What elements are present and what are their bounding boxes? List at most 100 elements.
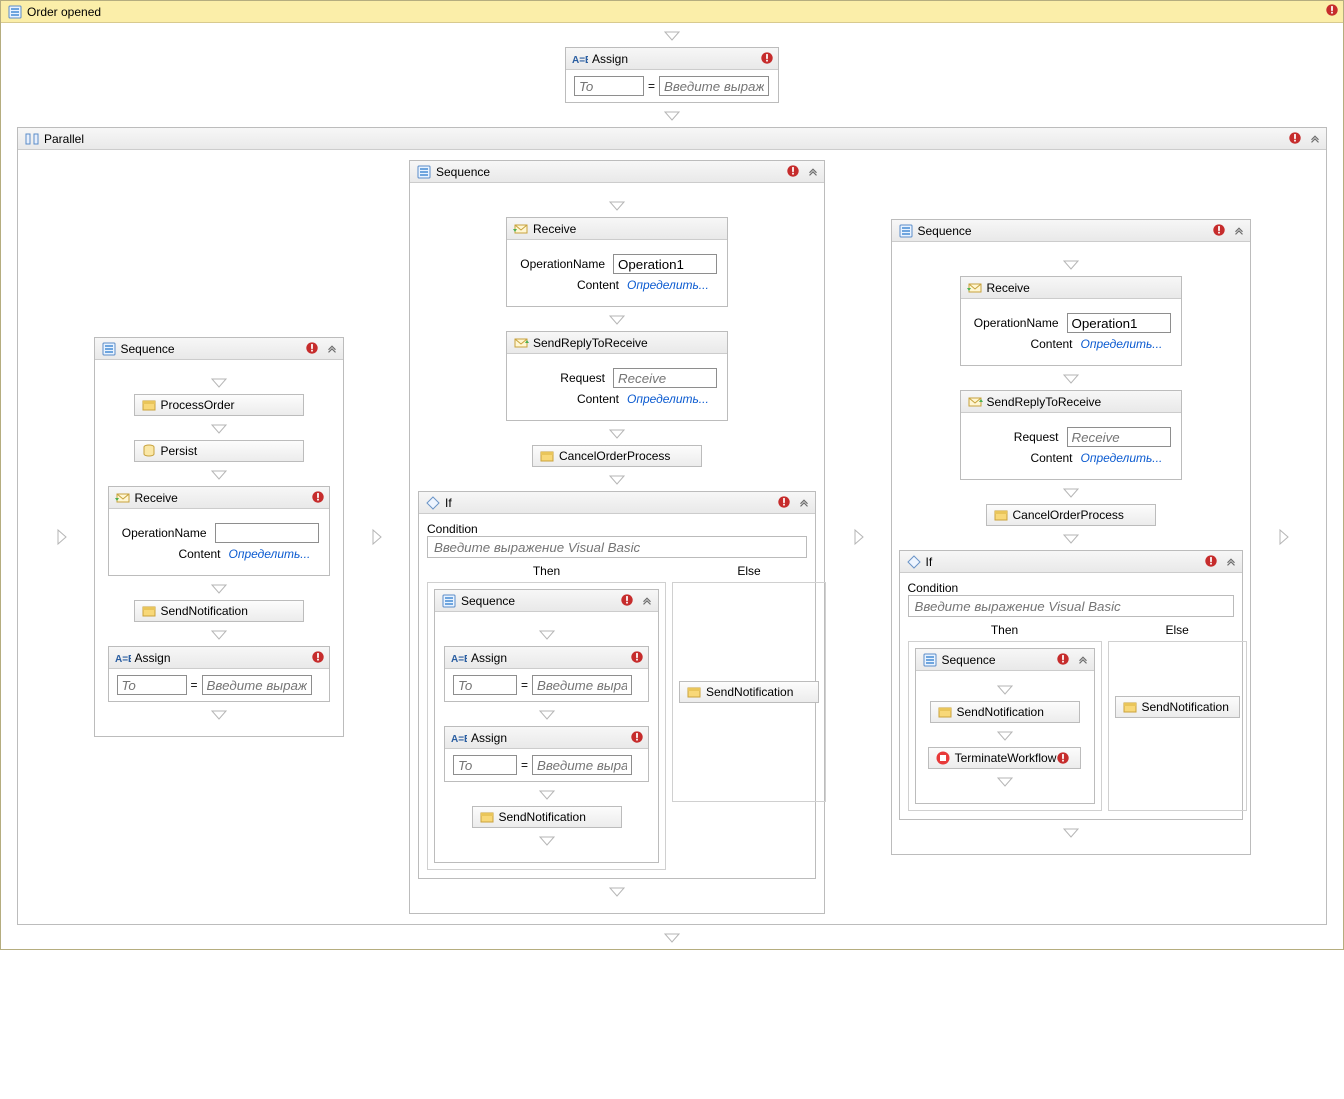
send-notification-activity[interactable]: SendNotification [472, 806, 622, 828]
send-reply-activity[interactable]: SendReplyToReceive Request Content [960, 390, 1182, 480]
assign-value-input[interactable] [532, 675, 632, 695]
assign-to-input[interactable] [574, 76, 644, 96]
condition-input[interactable] [908, 595, 1234, 617]
box-icon [141, 603, 157, 619]
receive-icon [513, 221, 529, 237]
activity-label: SendNotification [499, 810, 586, 824]
operation-name-input[interactable] [1067, 313, 1171, 333]
collapse-icon[interactable] [797, 495, 811, 509]
sequence-title: Sequence [918, 224, 972, 238]
activity-label: Receive [533, 222, 576, 236]
collapse-icon[interactable] [806, 164, 820, 178]
assign-activity[interactable]: Assign = [565, 47, 779, 103]
receive-activity[interactable]: Receive OperationName Content [960, 276, 1182, 366]
assign-activity[interactable]: Assign [444, 726, 649, 782]
activity-label: TerminateWorkflow [955, 751, 1057, 765]
root-flowchart[interactable]: Order opened Assign = [0, 0, 1344, 950]
flow-arrow-right [370, 527, 382, 547]
assign-value-input[interactable] [659, 76, 769, 96]
activity-label: SendNotification [957, 705, 1044, 719]
send-notification-activity[interactable]: SendNotification [930, 701, 1080, 723]
root-header[interactable]: Order opened [1, 1, 1343, 23]
activity-label: SendNotification [161, 604, 248, 618]
send-notification-activity[interactable]: SendNotification [1115, 696, 1240, 718]
send-notification-activity[interactable]: SendNotification [134, 600, 304, 622]
persist-activity[interactable]: Persist [134, 440, 304, 462]
collapse-icon[interactable] [325, 341, 339, 355]
activity-label: SendReplyToReceive [533, 336, 648, 350]
assign-activity[interactable]: Assign = [108, 646, 330, 702]
content-define-link[interactable]: Определить... [627, 392, 709, 406]
operation-name-input[interactable] [215, 523, 319, 543]
content-define-link[interactable]: Определить... [1081, 451, 1163, 465]
box-icon [937, 704, 953, 720]
collapse-icon[interactable] [1232, 223, 1246, 237]
send-reply-activity[interactable]: SendReplyToReceive Request Content [506, 331, 728, 421]
flow-arrow-down [209, 582, 229, 594]
operation-name-input[interactable] [613, 254, 717, 274]
box-icon [686, 684, 702, 700]
assign-activity[interactable]: Assign [444, 646, 649, 702]
if-icon [906, 554, 922, 570]
condition-input[interactable] [427, 536, 807, 558]
activity-label: SendNotification [706, 685, 793, 699]
assign-title: Assign [592, 52, 628, 66]
send-icon [967, 394, 983, 410]
else-label: Else [1166, 623, 1189, 637]
activity-label: Persist [161, 444, 198, 458]
assign-value-input[interactable] [532, 755, 632, 775]
activity-label: CancelOrderProcess [559, 449, 670, 463]
assign-to-input[interactable] [453, 755, 517, 775]
send-notification-activity[interactable]: SendNotification [679, 681, 819, 703]
flow-arrow-down [995, 683, 1015, 695]
request-input[interactable] [613, 368, 717, 388]
activity-label: SendReplyToReceive [987, 395, 1102, 409]
content-define-link[interactable]: Определить... [627, 278, 709, 292]
if-activity[interactable]: If Condition [899, 550, 1243, 820]
flow-arrow-down [1061, 258, 1081, 270]
error-icon [620, 593, 634, 607]
error-icon [305, 341, 319, 355]
flow-arrow-down [995, 729, 1015, 741]
content-define-link[interactable]: Определить... [229, 547, 311, 561]
assign-icon [451, 730, 467, 746]
flow-arrow-down [995, 775, 1015, 787]
content-label: Content [971, 337, 1073, 351]
collapse-icon[interactable] [640, 593, 654, 607]
assign-to-input[interactable] [117, 675, 187, 695]
receive-activity[interactable]: Receive OperationName Content [506, 217, 728, 307]
assign-to-input[interactable] [453, 675, 517, 695]
assign-value-input[interactable] [202, 675, 312, 695]
collapse-icon[interactable] [1076, 652, 1090, 666]
sequence-left[interactable]: Sequence ProcessOrder [94, 337, 344, 737]
receive-activity[interactable]: Receive OperationName Content [108, 486, 330, 576]
operation-name-label: OperationName [119, 526, 207, 540]
content-define-link[interactable]: Определить... [1081, 337, 1163, 351]
assign-icon [451, 650, 467, 666]
sequence-then[interactable]: Sequence [434, 589, 659, 863]
collapse-icon[interactable] [1224, 554, 1238, 568]
collapse-icon[interactable] [1308, 131, 1322, 145]
if-activity[interactable]: If Condition [418, 491, 816, 879]
persist-icon [141, 443, 157, 459]
process-order-activity[interactable]: ProcessOrder [134, 394, 304, 416]
flow-arrow-down [607, 199, 627, 211]
parallel-activity[interactable]: Parallel Sequence [17, 127, 1327, 925]
assign-title: Assign [135, 651, 171, 665]
sequence-right[interactable]: Sequence Receive [891, 219, 1251, 855]
content-label: Content [971, 451, 1073, 465]
sequence-then[interactable]: Sequence [915, 648, 1095, 804]
assign-title: Assign [471, 651, 507, 665]
flow-arrow-down [662, 29, 682, 41]
request-input[interactable] [1067, 427, 1171, 447]
activity-label: SendNotification [1142, 700, 1229, 714]
flow-arrow-down [607, 313, 627, 325]
flow-arrow-down [537, 834, 557, 846]
sequence-middle[interactable]: Sequence R [409, 160, 825, 914]
cancel-order-activity[interactable]: CancelOrderProcess [986, 504, 1156, 526]
terminate-workflow-activity[interactable]: TerminateWorkflow [928, 747, 1082, 769]
cancel-order-activity[interactable]: CancelOrderProcess [532, 445, 702, 467]
box-icon [1122, 699, 1138, 715]
flow-arrow-down [209, 468, 229, 480]
sequence-icon [7, 4, 23, 20]
